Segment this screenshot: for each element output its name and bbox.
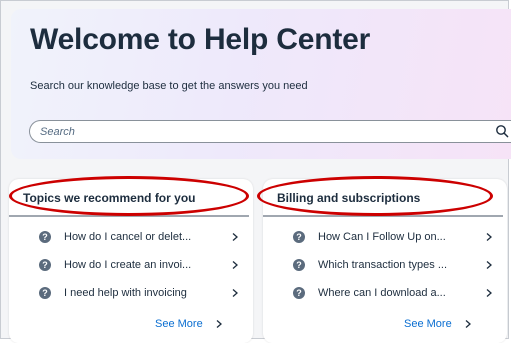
see-more-label: See More — [155, 318, 203, 330]
card-divider — [263, 215, 503, 217]
list-item[interactable]: ? How do I cancel or delet... — [39, 229, 239, 245]
list-item-label: How Can I Follow Up on... — [318, 231, 446, 243]
see-more-link[interactable]: See More — [404, 318, 472, 330]
help-center-window: Welcome to Help Center Search our knowle… — [0, 0, 511, 343]
question-circle-icon: ? — [293, 287, 305, 299]
card-title: Topics we recommend for you — [23, 191, 196, 205]
chevron-right-icon — [232, 233, 238, 241]
search-icon[interactable] — [495, 124, 509, 138]
chevron-right-icon — [232, 261, 238, 269]
card-divider — [9, 215, 249, 217]
question-circle-icon: ? — [293, 231, 305, 243]
card-title: Billing and subscriptions — [277, 191, 421, 205]
list-item[interactable]: ? Which transaction types ... — [293, 257, 493, 273]
question-circle-icon: ? — [39, 231, 51, 243]
list-item-label: How do I cancel or delet... — [64, 231, 192, 243]
question-circle-icon: ? — [39, 287, 51, 299]
search-bar[interactable] — [29, 120, 511, 143]
page-title: Welcome to Help Center — [30, 23, 371, 56]
chevron-right-icon — [486, 261, 492, 269]
list-item[interactable]: ? I need help with invoicing — [39, 285, 239, 301]
chevron-right-icon — [486, 289, 492, 297]
list-item-label: Where can I download a... — [318, 287, 446, 299]
chevron-right-icon — [216, 320, 222, 328]
list-item[interactable]: ? How do I create an invoi... — [39, 257, 239, 273]
question-circle-icon: ? — [39, 259, 51, 271]
billing-subscriptions-card: Billing and subscriptions ? How Can I Fo… — [263, 179, 507, 343]
search-input[interactable] — [40, 123, 460, 140]
list-item-label: Which transaction types ... — [318, 259, 447, 271]
chevron-right-icon — [465, 320, 471, 328]
chevron-right-icon — [486, 233, 492, 241]
see-more-label: See More — [404, 318, 452, 330]
question-circle-icon: ? — [293, 259, 305, 271]
list-item-label: I need help with invoicing — [64, 287, 187, 299]
page-subtitle: Search our knowledge base to get the ans… — [30, 80, 308, 92]
list-item[interactable]: ? Where can I download a... — [293, 285, 493, 301]
see-more-link[interactable]: See More — [155, 318, 223, 330]
recommended-topics-card: Topics we recommend for you ? How do I c… — [9, 179, 253, 343]
list-item[interactable]: ? How Can I Follow Up on... — [293, 229, 493, 245]
list-item-label: How do I create an invoi... — [64, 259, 192, 271]
chevron-right-icon — [232, 289, 238, 297]
